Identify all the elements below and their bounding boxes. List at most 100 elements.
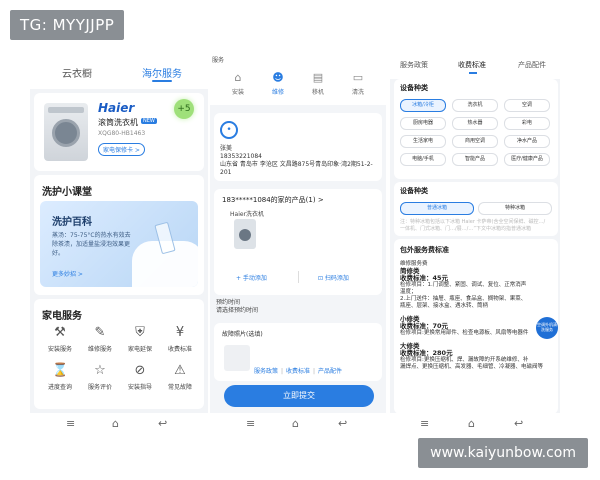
tab-fee-standard[interactable]: 收费标准 bbox=[458, 60, 486, 70]
appointment-label: 预约时间 bbox=[216, 299, 241, 306]
service-progress[interactable]: ⌛ 进度查询 bbox=[40, 363, 80, 391]
person-icon: ☻ bbox=[272, 71, 284, 84]
my-products-card: 183*****1084的家的产品(1) > Haier洗衣机 + 手动添加 ⊡… bbox=[214, 189, 382, 295]
menu-icon[interactable]: ≡ bbox=[66, 417, 75, 430]
standard-line: 检修项目:更换压缩机、焊、漏故障的开系统维修、补 bbox=[400, 357, 529, 363]
tab-service-policy[interactable]: 服务政策 bbox=[400, 60, 428, 70]
chip-fridge[interactable]: 冰箱/冷柜 bbox=[400, 99, 446, 112]
chip-smart[interactable]: 智能产品 bbox=[452, 153, 498, 166]
back-icon[interactable]: ↩ bbox=[338, 417, 347, 430]
menu-icon[interactable]: ≡ bbox=[246, 417, 255, 430]
standard-line: 2.上门送件：抽屉、瓶座、食品盒、搁物架、果菜、 bbox=[400, 296, 527, 302]
banner-desc: 蒸汤：75-75°C的热水有效去除茶渍，加适量盐浸泡效果更好。 bbox=[52, 232, 131, 257]
photos-label: 故障照片(选填) bbox=[222, 331, 263, 338]
service-faults[interactable]: ⚠ 常见故障 bbox=[160, 363, 200, 391]
watermark-bottom: www.kaiyunbow.com bbox=[418, 438, 588, 468]
tab-parts[interactable]: 产品配件 bbox=[518, 60, 546, 70]
more-tips-link[interactable]: 更多妙招 > bbox=[52, 269, 83, 278]
tab-install[interactable]: ⌂ 安装 bbox=[220, 71, 256, 96]
chip-special-fridge[interactable]: 特种冰箱 bbox=[478, 202, 552, 215]
banner-title: 洗护百科 bbox=[52, 217, 92, 228]
link-parts[interactable]: 产品配件 bbox=[318, 368, 342, 375]
care-banner[interactable]: 洗护百科 蒸汤：75-75°C的热水有效去除茶渍，加适量盐浸泡效果更好。 更多妙… bbox=[40, 201, 198, 287]
product-item-name: Haier洗衣机 bbox=[230, 211, 265, 218]
service-label: 安装服务 bbox=[47, 346, 72, 353]
chip-pc-phone[interactable]: 电脑/手机 bbox=[400, 153, 446, 166]
service-repair[interactable]: ✎ 维修服务 bbox=[80, 325, 120, 353]
top-tabs: 云衣橱 海尔服务 bbox=[30, 55, 208, 89]
service-header: 服务 ⌂ 安装 ☻ 维修 ▤ 移机 ▭ 清洗 bbox=[210, 55, 386, 105]
tab-repair[interactable]: ☻ 维修 bbox=[260, 71, 296, 96]
panel-service-order: 服务 ⌂ 安装 ☻ 维修 ▤ 移机 ▭ 清洗 • 张美 18353221084 … bbox=[210, 55, 386, 435]
star-icon: ☆ bbox=[94, 363, 106, 378]
system-nav-bar: ≡ ⌂ ↩ bbox=[210, 413, 386, 435]
service-install-guide[interactable]: ⊘ 安装指导 bbox=[120, 363, 160, 391]
fee-standard-card: 包外服务费标准 维修服务费 简修类 收费标准：45元 检修项目：1.门调整、紧固、调试… bbox=[394, 239, 558, 414]
chip-home-appliance[interactable]: 生活家电 bbox=[400, 135, 446, 148]
washer-image bbox=[44, 103, 88, 161]
chip-normal-fridge[interactable]: 普通冰箱 bbox=[400, 202, 474, 215]
address-card[interactable]: • 张美 18353221084 山东省 青岛市 李沧区 文昌路875号青岛印象… bbox=[214, 113, 382, 181]
chip-water-purifier[interactable]: 净水产品 bbox=[504, 135, 550, 148]
washer-thumbnail[interactable] bbox=[234, 219, 256, 249]
standard-heading: 收费标准：70元 bbox=[400, 322, 449, 330]
chip-water-heater[interactable]: 热水器 bbox=[452, 117, 498, 130]
back-icon[interactable]: ↩ bbox=[514, 417, 523, 430]
manual-add-button[interactable]: + 手动添加 bbox=[236, 273, 267, 282]
link-fee-standard[interactable]: 收费标准 bbox=[286, 368, 310, 375]
service-fees[interactable]: ¥ 收费标准 bbox=[160, 325, 200, 353]
service-label: 进度查询 bbox=[47, 384, 72, 391]
standard-line: 检修项目：1.门调整、紧固、调试、复位、正常消声 bbox=[400, 282, 527, 288]
warranty-card-button[interactable]: 家电保修卡 > bbox=[98, 143, 145, 156]
contact-phone: 18353221084 bbox=[220, 153, 262, 160]
points-badge[interactable]: +5 bbox=[174, 99, 194, 119]
system-nav-bar: ≡ ⌂ ↩ bbox=[30, 413, 208, 435]
divider bbox=[298, 271, 299, 283]
device-types-title: 设备种类 bbox=[400, 84, 428, 92]
submit-button[interactable]: 立即提交 bbox=[224, 385, 374, 407]
product-card[interactable]: Haier 滚筒洗衣机 NEW XQG80-HB1463 家电保修卡 > +5 bbox=[34, 93, 204, 171]
chip-ac[interactable]: 空调 bbox=[504, 99, 550, 112]
chip-health[interactable]: 医疗/健康产品 bbox=[504, 153, 550, 166]
lesson-card: 洗护小课堂 洗护百科 蒸汤：75-75°C的热水有效去除茶渍，加适量盐浸泡效果更… bbox=[34, 175, 204, 295]
standard-body: 维修服务费 简修类 收费标准：45元 检修项目：1.门调整、紧固、调试、复位、正常消声… bbox=[400, 261, 552, 371]
appointment-field[interactable]: 预约时间 请选择预约时间 bbox=[216, 299, 258, 315]
chip-commercial-ac[interactable]: 商用空调 bbox=[452, 135, 498, 148]
standard-heading: 收费标准：45元 bbox=[400, 274, 449, 282]
home-icon[interactable]: ⌂ bbox=[292, 417, 299, 430]
standard-line: 维修服务费 bbox=[400, 261, 428, 267]
service-label: 常见故障 bbox=[167, 384, 192, 391]
device-kind-title: 设备种类 bbox=[400, 187, 428, 195]
tab-clean[interactable]: ▭ 清洗 bbox=[340, 71, 376, 96]
compass-icon: ⊘ bbox=[134, 363, 146, 378]
tab-label: 清洗 bbox=[351, 89, 364, 96]
tab-move[interactable]: ▤ 移机 bbox=[300, 71, 336, 96]
lesson-title: 洗护小课堂 bbox=[42, 187, 92, 198]
chip-kitchen[interactable]: 厨房电器 bbox=[400, 117, 446, 130]
chip-tv[interactable]: 彩电 bbox=[504, 117, 550, 130]
chip-washer[interactable]: 洗衣机 bbox=[452, 99, 498, 112]
shield-icon: ⛨ bbox=[135, 325, 145, 340]
home-icon[interactable]: ⌂ bbox=[112, 417, 119, 430]
device-kind-note: 注：特种冰箱包括以下冰箱 Haier 卡萨帝(含全空间保鲜、磁控…/一体机、门式… bbox=[400, 219, 546, 232]
tab-label: 安装 bbox=[231, 89, 244, 96]
hourglass-icon: ⌛ bbox=[52, 363, 69, 378]
link-service-policy[interactable]: 服务政策 bbox=[254, 368, 278, 375]
tab-underline bbox=[469, 72, 477, 74]
standard-line: 漏焊点、更换压缩机、高发器、毛细管、冷凝器、电磁阀等 bbox=[400, 364, 544, 370]
service-extended-warranty[interactable]: ⛨ 家电延保 bbox=[120, 325, 160, 353]
tab-wardrobe[interactable]: 云衣橱 bbox=[62, 65, 92, 80]
service-install[interactable]: ⚒ 安装服务 bbox=[40, 325, 80, 353]
back-icon[interactable]: ↩ bbox=[158, 417, 167, 430]
tab-label: 维修 bbox=[271, 89, 284, 96]
ac-cleaning-fab[interactable]: 空调外机清洗服务 bbox=[536, 317, 558, 339]
product-badge: NEW bbox=[141, 118, 157, 124]
home-icon[interactable]: ⌂ bbox=[468, 417, 475, 430]
products-header[interactable]: 183*****1084的家的产品(1) > bbox=[222, 195, 324, 205]
service-review[interactable]: ☆ 服务评价 bbox=[80, 363, 120, 391]
menu-icon[interactable]: ≡ bbox=[420, 417, 429, 430]
standard-heading: 收费标准：280元 bbox=[400, 349, 453, 357]
tab-underline bbox=[152, 80, 172, 82]
scan-add-button[interactable]: ⊡ 扫码添加 bbox=[318, 273, 349, 282]
tab-haier-service[interactable]: 海尔服务 bbox=[142, 65, 182, 80]
